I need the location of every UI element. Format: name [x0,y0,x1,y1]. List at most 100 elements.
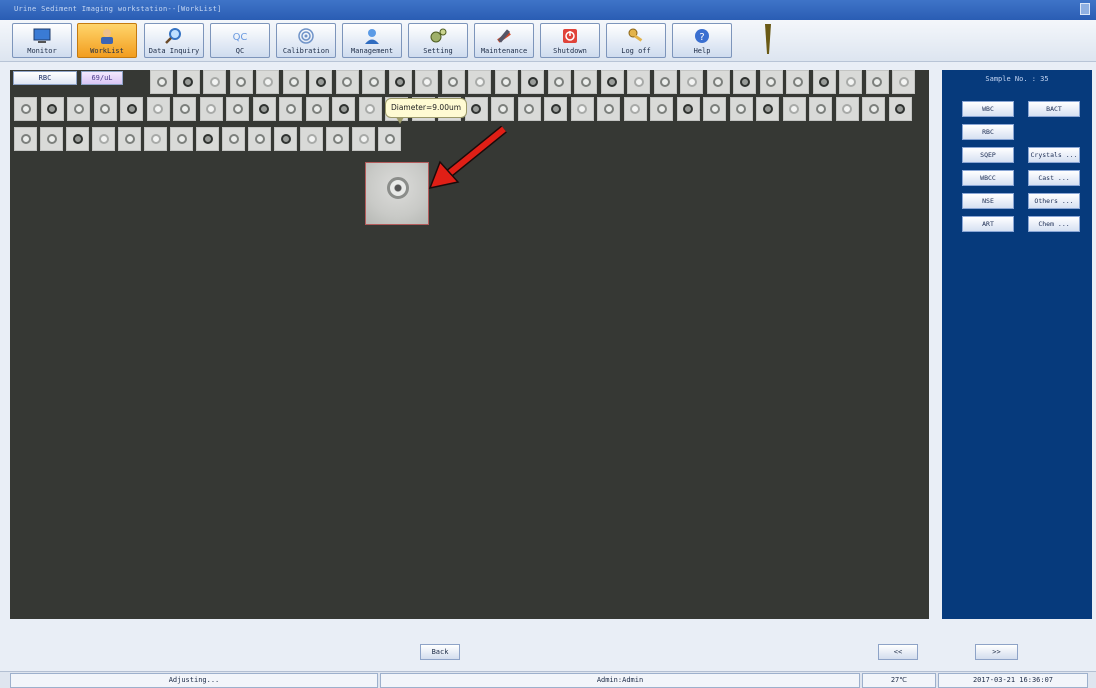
cell-thumbnail[interactable] [491,97,514,121]
cell-thumbnail[interactable] [352,127,375,151]
cell-thumbnail[interactable] [309,70,332,94]
cell-thumbnail[interactable] [782,97,806,121]
back-button[interactable]: Back [420,644,460,660]
cell-thumbnail[interactable] [623,97,647,121]
category-wbc-button[interactable]: WBC [962,101,1014,117]
cell-thumbnail[interactable] [378,127,401,151]
toolbar-shutdown-button[interactable]: Shutdown [540,23,600,58]
cell-thumbnail[interactable] [199,97,223,121]
cell-thumbnail[interactable] [703,97,726,121]
cell-thumbnail[interactable] [248,127,271,151]
toolbar-calibration-button[interactable]: Calibration [276,23,336,58]
cell-thumbnail[interactable] [66,127,89,151]
cell-thumbnail[interactable] [570,97,594,121]
cell-thumbnail[interactable] [706,70,730,94]
cell-thumbnail[interactable] [517,97,541,121]
cell-thumbnail[interactable] [67,97,90,121]
cell-thumbnail[interactable] [203,70,226,94]
cell-thumbnail[interactable] [494,70,518,94]
cell-thumbnail[interactable] [835,97,859,121]
cell-thumbnail[interactable] [252,97,276,121]
toolbar-data-inquiry-button[interactable]: Data Inquiry [144,23,204,58]
cell-thumbnail[interactable] [326,127,349,151]
cell-thumbnail[interactable] [574,70,597,94]
cell-thumbnail[interactable] [118,127,141,151]
enlarged-cell-image[interactable] [365,162,429,225]
category-wbcc-button[interactable]: WBCC [962,170,1014,186]
cell-thumbnail[interactable] [256,70,279,94]
cell-thumbnail[interactable] [358,97,382,121]
cell-thumbnail[interactable] [14,97,37,121]
category-others-button[interactable]: Others ... [1028,193,1080,209]
cell-thumbnail[interactable] [468,70,491,94]
cell-thumbnail[interactable] [40,97,64,121]
toolbar-setting-button[interactable]: Setting [408,23,468,58]
toolbar-monitor-button[interactable]: Monitor [12,23,72,58]
category-crystals-button[interactable]: Crystals ... [1028,147,1080,163]
cell-thumbnail[interactable] [888,97,912,121]
cell-thumbnail[interactable] [759,70,783,94]
next-page-button[interactable]: >> [975,644,1018,660]
cell-thumbnail[interactable] [547,70,571,94]
cell-thumbnail[interactable] [14,127,37,151]
cell-thumbnail[interactable] [729,97,753,121]
toolbar-logoff-button[interactable]: Log off [606,23,666,58]
cell-thumbnail[interactable] [300,127,323,151]
cell-thumbnail[interactable] [332,97,355,121]
cell-thumbnail[interactable] [756,97,779,121]
cell-thumbnail[interactable] [892,70,915,94]
category-nse-button[interactable]: NSE [962,193,1014,209]
cell-thumbnail[interactable] [415,70,438,94]
cell-thumbnail[interactable] [733,70,756,94]
cell-thumbnail[interactable] [676,97,700,121]
cell-thumbnail[interactable] [600,70,624,94]
cell-thumbnail[interactable] [839,70,862,94]
category-cast-button[interactable]: Cast ... [1028,170,1080,186]
cell-thumbnail[interactable] [597,97,620,121]
toolbar-help-button[interactable]: ? Help [672,23,732,58]
cell-thumbnail[interactable] [812,70,836,94]
cell-thumbnail[interactable] [862,97,885,121]
cell-thumbnail[interactable] [93,97,117,121]
cell-thumbnail[interactable] [173,97,196,121]
cell-thumbnail[interactable] [388,70,412,94]
cell-thumbnail[interactable] [653,70,677,94]
toolbar-management-button[interactable]: Management [342,23,402,58]
cell-thumbnail[interactable] [680,70,703,94]
cell-thumbnail[interactable] [150,70,173,94]
cell-thumbnail[interactable] [170,127,193,151]
cell-thumbnail[interactable] [786,70,809,94]
cell-thumbnail[interactable] [229,70,253,94]
cell-thumbnail[interactable] [120,97,143,121]
category-sqep-button[interactable]: SQEP [962,147,1014,163]
cell-thumbnail[interactable] [650,97,673,121]
category-bact-button[interactable]: BACT [1028,101,1080,117]
cell-thumbnail[interactable] [335,70,359,94]
cell-thumbnail[interactable] [222,127,245,151]
category-chem-button[interactable]: Chem ... [1028,216,1080,232]
cell-thumbnail[interactable] [865,70,889,94]
cell-thumbnail[interactable] [40,127,63,151]
cell-thumbnail[interactable] [544,97,567,121]
cell-thumbnail[interactable] [305,97,329,121]
cell-thumbnail[interactable] [279,97,302,121]
minimize-button[interactable] [1080,3,1090,15]
cell-thumbnail[interactable] [274,127,297,151]
cell-thumbnail[interactable] [441,70,465,94]
toolbar-qc-button[interactable]: QC QC [210,23,270,58]
cell-thumbnail[interactable] [144,127,167,151]
cell-thumbnail[interactable] [92,127,115,151]
cell-thumbnail[interactable] [196,127,219,151]
cell-thumbnail[interactable] [226,97,249,121]
cell-thumbnail[interactable] [282,70,306,94]
cell-thumbnail[interactable] [809,97,832,121]
category-rbc-button[interactable]: RBC [962,124,1014,140]
cell-thumbnail[interactable] [464,97,488,121]
toolbar-maintenance-button[interactable]: Maintenance [474,23,534,58]
previous-page-button[interactable]: << [878,644,918,660]
cell-thumbnail[interactable] [521,70,544,94]
category-art-button[interactable]: ART [962,216,1014,232]
cell-thumbnail[interactable] [146,97,170,121]
cell-thumbnail[interactable] [362,70,385,94]
toolbar-worklist-button[interactable]: WorkList [77,23,137,58]
